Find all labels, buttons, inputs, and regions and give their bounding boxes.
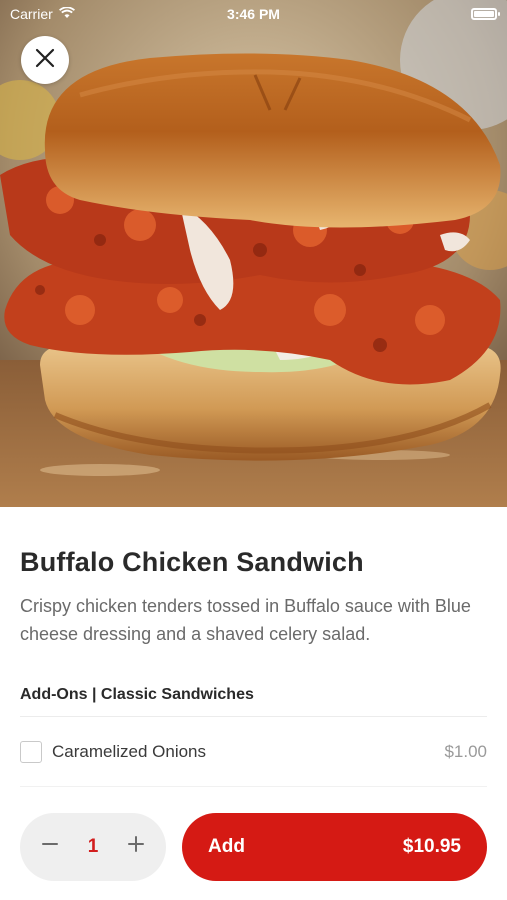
item-title: Buffalo Chicken Sandwich	[20, 547, 364, 577]
carrier-label: Carrier	[10, 6, 53, 22]
status-bar: Carrier 3:46 PM	[0, 0, 507, 28]
add-button-total: $10.95	[402, 835, 461, 857]
item-description: Crispy chicken tenders tossed in Buffalo…	[20, 596, 471, 644]
addon-checkbox[interactable]	[20, 740, 42, 763]
item-detail-screen: Carrier 3:46 PM Buffalo Chicken Sandwich…	[0, 0, 507, 900]
minus-icon	[41, 835, 59, 858]
close-button[interactable]	[21, 36, 69, 84]
plus-icon	[127, 835, 145, 858]
sandwich-photo	[0, 0, 507, 507]
battery-icon	[471, 8, 500, 20]
wifi-icon	[58, 6, 75, 22]
close-icon	[35, 48, 55, 73]
addons-section-title: Add-Ons | Classic Sandwiches	[20, 686, 487, 717]
add-to-cart-button[interactable]: Add $10.95	[182, 812, 487, 881]
quantity-stepper: 1	[20, 812, 166, 881]
order-bar: 1 Add $10.95	[0, 793, 507, 900]
item-hero-image	[0, 0, 507, 507]
add-button-label: Add	[208, 835, 245, 857]
addon-label: Caramelized Onions	[52, 741, 207, 761]
addon-price: $1.00	[444, 741, 487, 761]
increment-button[interactable]	[122, 833, 150, 861]
status-time: 3:46 PM	[227, 6, 280, 22]
item-details: Buffalo Chicken Sandwich Crispy chicken …	[0, 507, 507, 787]
status-left: Carrier	[10, 6, 75, 22]
decrement-button[interactable]	[36, 833, 64, 861]
quantity-value: 1	[87, 835, 99, 857]
addon-row-caramelized-onions[interactable]: Caramelized Onions $1.00	[20, 717, 487, 787]
